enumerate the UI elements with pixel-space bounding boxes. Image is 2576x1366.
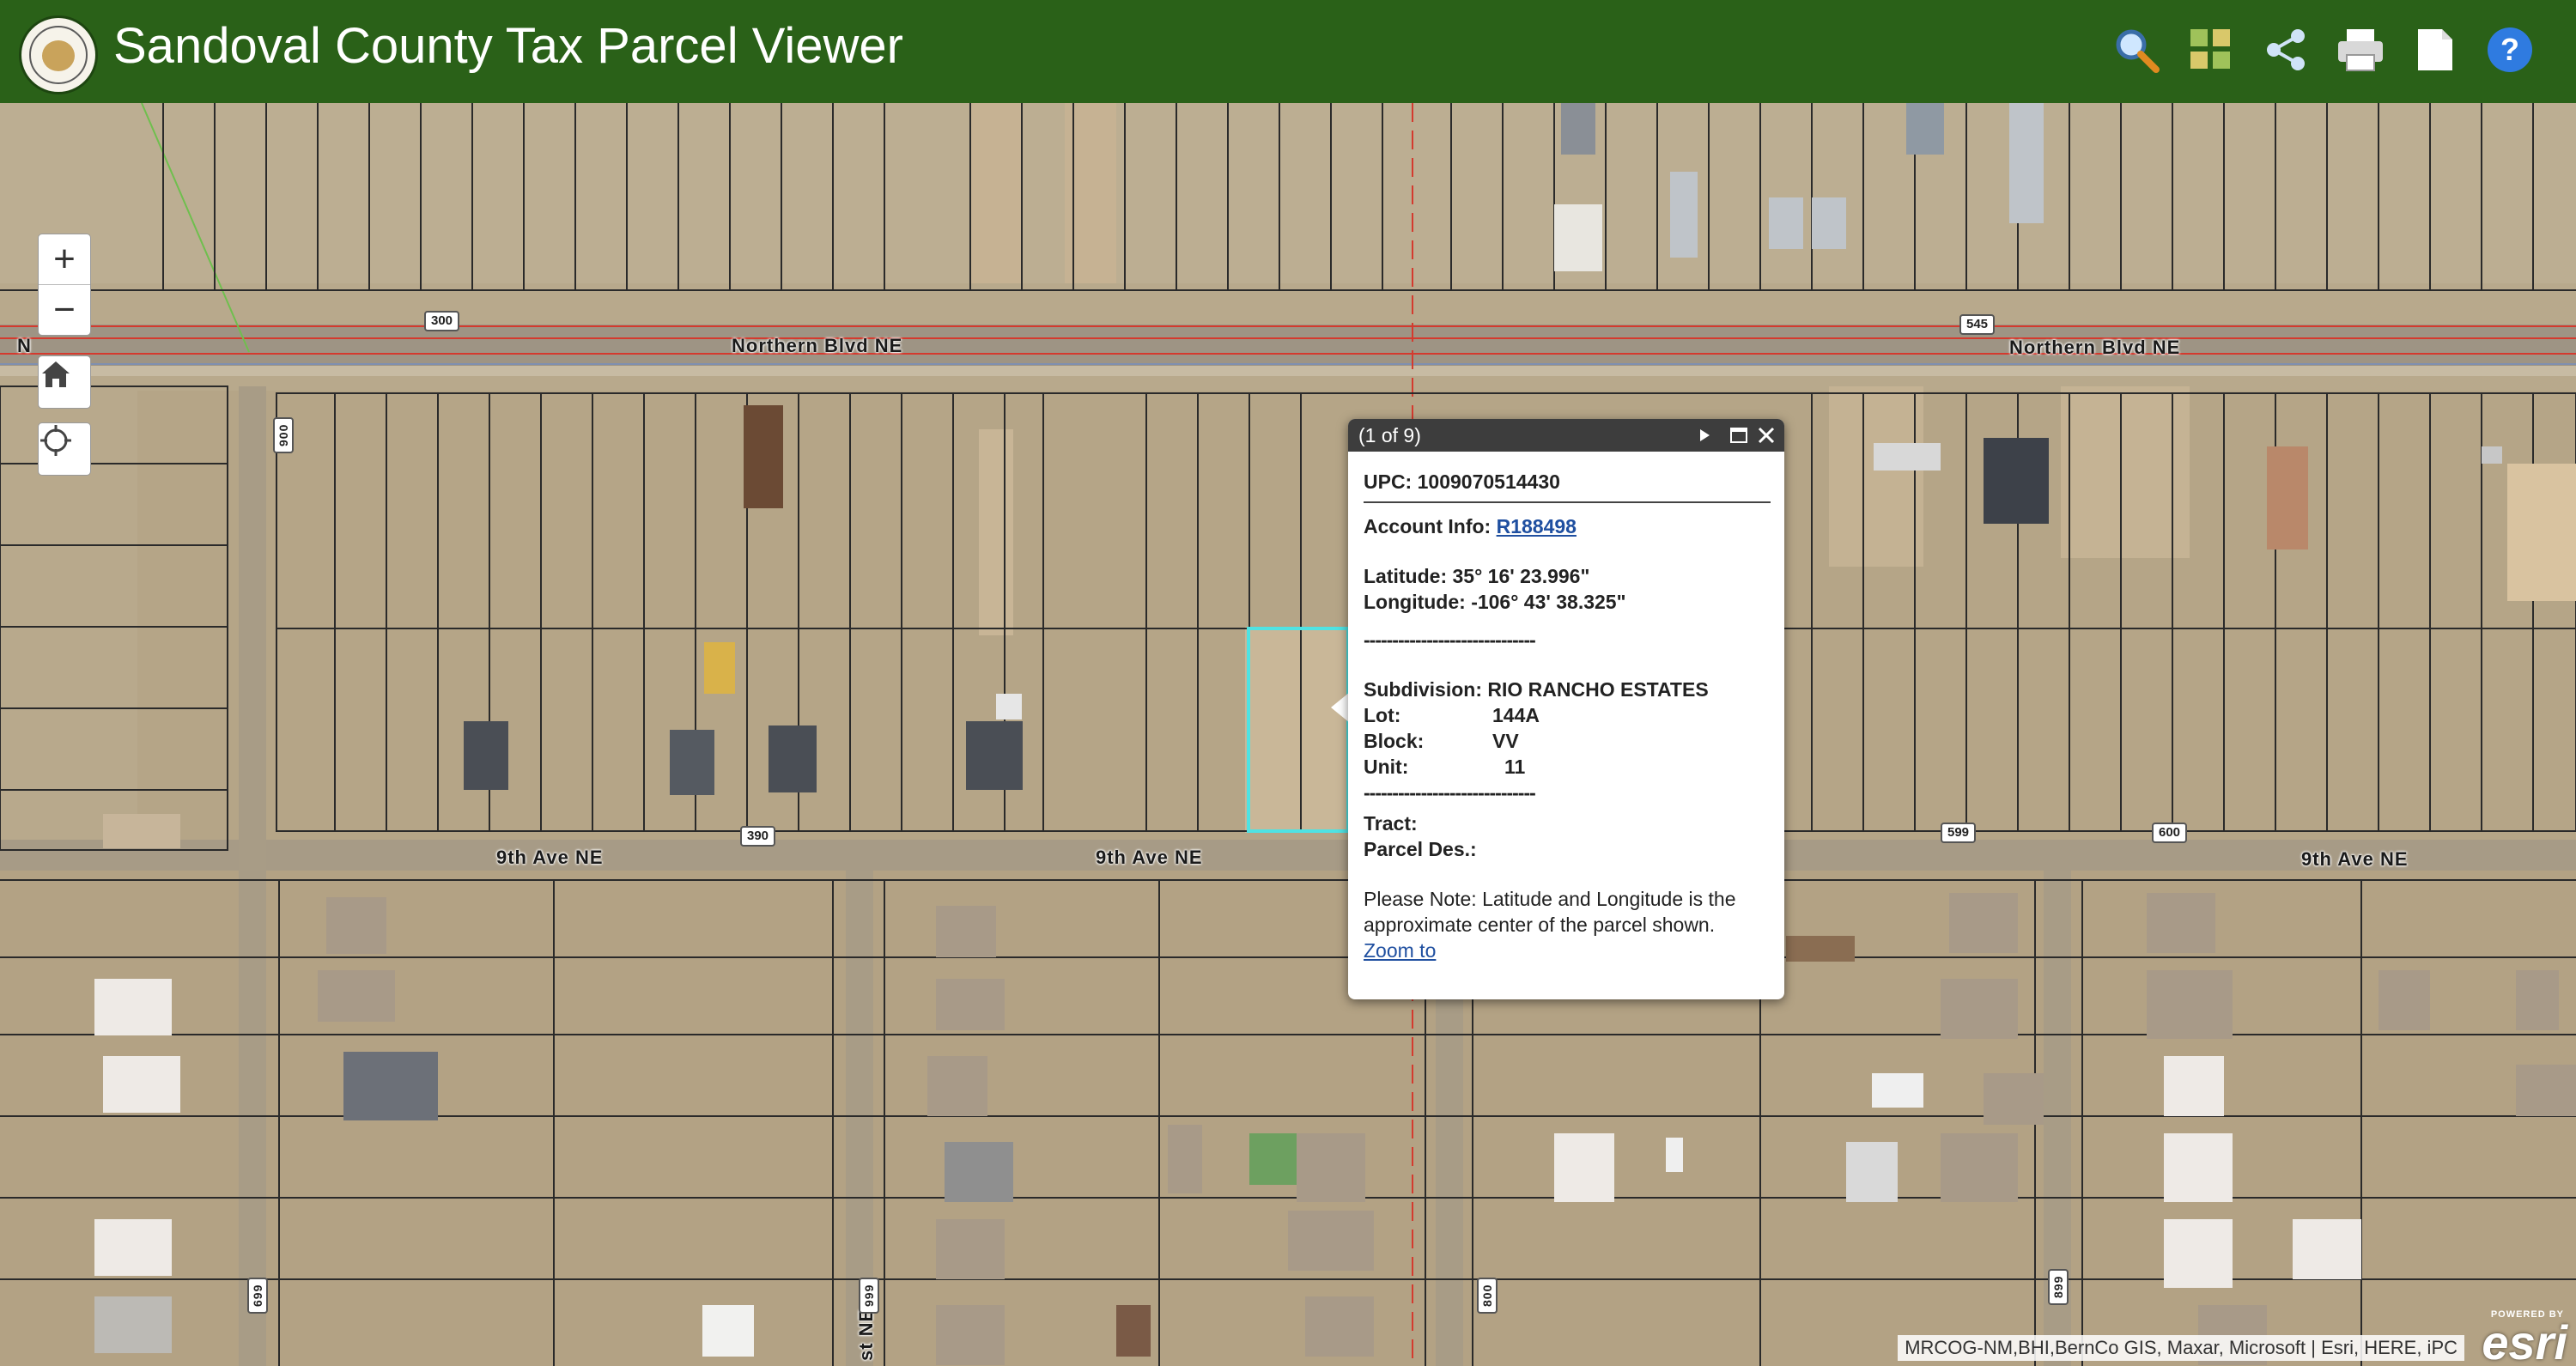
basemap-gallery-button[interactable]: [2184, 22, 2239, 77]
print-button[interactable]: [2333, 22, 2388, 77]
zoom-to-link[interactable]: Zoom to: [1364, 938, 1771, 963]
close-popup-button[interactable]: [1753, 422, 1779, 448]
longitude-value: -106° 43' 38.325": [1471, 591, 1626, 613]
address-range-label: 699: [247, 1277, 268, 1314]
popup-divider: [1364, 501, 1771, 503]
share-icon: [2267, 29, 2305, 70]
map-attribution: MRCOG-NM,BHI,BernCo GIS, Maxar, Microsof…: [1898, 1335, 2464, 1361]
road-label-street: st NE: [855, 1308, 877, 1361]
lot-row: Lot: 144A: [1364, 702, 1771, 728]
address-range-label: 390: [740, 826, 776, 847]
unit-label: Unit:: [1364, 756, 1409, 778]
latitude-label: Latitude:: [1364, 565, 1448, 587]
upc-row: UPC: 1009070514430: [1364, 469, 1771, 495]
unit-row: Unit: 11: [1364, 754, 1771, 780]
lot-value: 144A: [1492, 704, 1540, 726]
maximize-button[interactable]: [1726, 422, 1752, 448]
unit-value: 11: [1504, 756, 1526, 778]
help-button[interactable]: ?: [2482, 22, 2537, 77]
address-range-label: 599: [1941, 823, 1977, 843]
upc-label: UPC:: [1364, 471, 1413, 493]
popup-note: Please Note: Latitude and Longitude is t…: [1364, 888, 1736, 936]
latitude-value: 35° 16' 23.996": [1452, 565, 1590, 587]
home-icon: [42, 361, 70, 387]
account-label: Account Info:: [1364, 515, 1492, 537]
address-range-label: 800: [1477, 1277, 1498, 1314]
address-range-label: 600: [2152, 823, 2188, 843]
address-range-label: 899: [2048, 1268, 2069, 1305]
lot-label: Lot:: [1364, 704, 1401, 726]
dashed-separator: ------------------------------: [1364, 781, 1536, 804]
maximize-icon: [1730, 428, 1747, 443]
map-view[interactable]: Northern Blvd NE Northern Blvd NE 9th Av…: [0, 103, 2576, 1366]
play-icon: [1700, 429, 1710, 441]
esri-logo[interactable]: POWERED BY esri: [2468, 1306, 2571, 1366]
popup-content: UPC: 1009070514430 Account Info: R188498…: [1348, 452, 1784, 963]
road-label-northern-blvd: Northern Blvd NE: [732, 335, 903, 356]
grid-icon: [2190, 29, 2230, 69]
road-label-9th-ave: 9th Ave NE: [496, 847, 604, 868]
road-label-9th-ave: 9th Ave NE: [2301, 848, 2409, 870]
subdivision-row: Subdivision: RIO RANCHO ESTATES: [1364, 677, 1771, 702]
block-label: Block:: [1364, 730, 1425, 752]
document-icon: [2418, 29, 2452, 70]
parcel-des-label: Parcel Des.:: [1364, 838, 1477, 860]
esri-wordmark: esri: [2482, 1315, 2567, 1366]
zoom-control: + −: [38, 234, 91, 336]
app-header: Sandoval County Tax Parcel Viewer ?: [0, 0, 2576, 103]
details-button[interactable]: [2408, 22, 2463, 77]
popup-pointer: [1331, 692, 1350, 723]
block-row: Block: VV: [1364, 728, 1771, 754]
latitude-row: Latitude: 35° 16' 23.996": [1364, 563, 1771, 589]
aerial-basemap: [0, 103, 2576, 1366]
locate-icon: [40, 425, 71, 456]
printer-icon: [2338, 29, 2383, 71]
share-button[interactable]: [2258, 22, 2313, 77]
popup-title-bar: (1 of 9): [1348, 419, 1784, 452]
address-range-label: 900: [273, 416, 294, 453]
app-title: Sandoval County Tax Parcel Viewer: [113, 18, 903, 74]
search-icon: [2116, 29, 2160, 73]
county-seal-logo: [19, 15, 98, 94]
account-link[interactable]: R188498: [1497, 515, 1577, 537]
zoom-out-button[interactable]: −: [39, 285, 90, 335]
dashed-separator: ------------------------------: [1364, 628, 1536, 651]
upc-value: 1009070514430: [1417, 471, 1560, 493]
help-icon: ?: [2488, 27, 2532, 72]
account-row: Account Info: R188498: [1364, 513, 1771, 539]
subdivision-label: Subdivision:: [1364, 678, 1482, 701]
next-feature-button[interactable]: [1692, 422, 1717, 448]
popup-counter: (1 of 9): [1358, 424, 1421, 446]
road-label-9th-ave: 9th Ave NE: [1096, 847, 1203, 868]
address-range-label: 545: [1959, 314, 1996, 335]
longitude-row: Longitude: -106° 43' 38.325": [1364, 589, 1771, 615]
road-label-edge: N: [17, 335, 32, 356]
subdivision-value: RIO RANCHO ESTATES: [1487, 678, 1709, 701]
address-range-label: 999: [859, 1277, 879, 1314]
longitude-label: Longitude:: [1364, 591, 1466, 613]
seal-emblem: [42, 40, 75, 71]
parcel-popup: (1 of 9) UPC: 1009070514430 Account Info…: [1348, 419, 1784, 999]
search-button[interactable]: [2109, 22, 2164, 77]
svg-text:?: ?: [2500, 32, 2519, 67]
locate-button[interactable]: [38, 422, 91, 476]
tract-label: Tract:: [1364, 812, 1418, 835]
road-label-northern-blvd: Northern Blvd NE: [2009, 337, 2181, 358]
close-icon: [1758, 427, 1775, 444]
zoom-in-button[interactable]: +: [39, 234, 90, 284]
home-button[interactable]: [38, 355, 91, 409]
address-range-label: 300: [424, 311, 460, 331]
block-value: VV: [1492, 730, 1519, 752]
